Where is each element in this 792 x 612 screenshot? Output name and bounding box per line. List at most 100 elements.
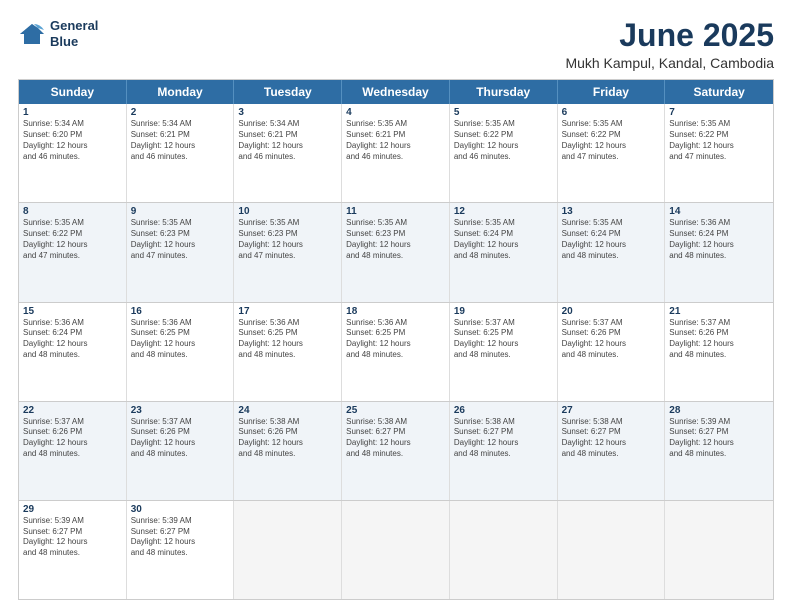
- day-number: 3: [238, 107, 337, 118]
- cal-cell-empty: [450, 501, 558, 599]
- calendar-header: SundayMondayTuesdayWednesdayThursdayFrid…: [19, 80, 773, 104]
- page: General Blue June 2025 Mukh Kampul, Kand…: [0, 0, 792, 612]
- cal-cell-29: 29Sunrise: 5:39 AM Sunset: 6:27 PM Dayli…: [19, 501, 127, 599]
- cal-cell-empty: [342, 501, 450, 599]
- cal-cell-4: 4Sunrise: 5:35 AM Sunset: 6:21 PM Daylig…: [342, 104, 450, 202]
- cal-cell-16: 16Sunrise: 5:36 AM Sunset: 6:25 PM Dayli…: [127, 303, 235, 401]
- header-day-saturday: Saturday: [665, 80, 773, 104]
- cal-cell-26: 26Sunrise: 5:38 AM Sunset: 6:27 PM Dayli…: [450, 402, 558, 500]
- day-number: 25: [346, 405, 445, 416]
- day-number: 27: [562, 405, 661, 416]
- day-info: Sunrise: 5:36 AM Sunset: 6:24 PM Dayligh…: [23, 318, 122, 361]
- cal-cell-27: 27Sunrise: 5:38 AM Sunset: 6:27 PM Dayli…: [558, 402, 666, 500]
- header-day-monday: Monday: [127, 80, 235, 104]
- cal-cell-12: 12Sunrise: 5:35 AM Sunset: 6:24 PM Dayli…: [450, 203, 558, 301]
- day-number: 2: [131, 107, 230, 118]
- day-info: Sunrise: 5:37 AM Sunset: 6:26 PM Dayligh…: [131, 417, 230, 460]
- day-number: 19: [454, 306, 553, 317]
- day-number: 14: [669, 206, 769, 217]
- cal-cell-empty: [665, 501, 773, 599]
- logo-icon: [18, 20, 46, 48]
- day-info: Sunrise: 5:36 AM Sunset: 6:24 PM Dayligh…: [669, 218, 769, 261]
- day-info: Sunrise: 5:35 AM Sunset: 6:21 PM Dayligh…: [346, 119, 445, 162]
- day-info: Sunrise: 5:35 AM Sunset: 6:24 PM Dayligh…: [562, 218, 661, 261]
- cal-cell-17: 17Sunrise: 5:36 AM Sunset: 6:25 PM Dayli…: [234, 303, 342, 401]
- cal-cell-8: 8Sunrise: 5:35 AM Sunset: 6:22 PM Daylig…: [19, 203, 127, 301]
- header-day-friday: Friday: [558, 80, 666, 104]
- day-info: Sunrise: 5:39 AM Sunset: 6:27 PM Dayligh…: [23, 516, 122, 559]
- day-info: Sunrise: 5:35 AM Sunset: 6:23 PM Dayligh…: [346, 218, 445, 261]
- header-day-sunday: Sunday: [19, 80, 127, 104]
- cal-row-0: 1Sunrise: 5:34 AM Sunset: 6:20 PM Daylig…: [19, 104, 773, 203]
- day-info: Sunrise: 5:38 AM Sunset: 6:26 PM Dayligh…: [238, 417, 337, 460]
- day-info: Sunrise: 5:35 AM Sunset: 6:22 PM Dayligh…: [23, 218, 122, 261]
- day-info: Sunrise: 5:37 AM Sunset: 6:26 PM Dayligh…: [669, 318, 769, 361]
- cal-cell-14: 14Sunrise: 5:36 AM Sunset: 6:24 PM Dayli…: [665, 203, 773, 301]
- day-number: 22: [23, 405, 122, 416]
- day-number: 16: [131, 306, 230, 317]
- header-day-thursday: Thursday: [450, 80, 558, 104]
- day-info: Sunrise: 5:37 AM Sunset: 6:25 PM Dayligh…: [454, 318, 553, 361]
- cal-cell-empty: [234, 501, 342, 599]
- cal-cell-25: 25Sunrise: 5:38 AM Sunset: 6:27 PM Dayli…: [342, 402, 450, 500]
- cal-cell-10: 10Sunrise: 5:35 AM Sunset: 6:23 PM Dayli…: [234, 203, 342, 301]
- calendar: SundayMondayTuesdayWednesdayThursdayFrid…: [18, 79, 774, 600]
- day-number: 12: [454, 206, 553, 217]
- cal-cell-1: 1Sunrise: 5:34 AM Sunset: 6:20 PM Daylig…: [19, 104, 127, 202]
- cal-cell-3: 3Sunrise: 5:34 AM Sunset: 6:21 PM Daylig…: [234, 104, 342, 202]
- main-title: June 2025: [565, 18, 774, 53]
- day-info: Sunrise: 5:34 AM Sunset: 6:21 PM Dayligh…: [238, 119, 337, 162]
- day-info: Sunrise: 5:38 AM Sunset: 6:27 PM Dayligh…: [454, 417, 553, 460]
- day-number: 10: [238, 206, 337, 217]
- header-day-tuesday: Tuesday: [234, 80, 342, 104]
- header-day-wednesday: Wednesday: [342, 80, 450, 104]
- cal-row-1: 8Sunrise: 5:35 AM Sunset: 6:22 PM Daylig…: [19, 203, 773, 302]
- day-number: 9: [131, 206, 230, 217]
- cal-cell-24: 24Sunrise: 5:38 AM Sunset: 6:26 PM Dayli…: [234, 402, 342, 500]
- day-info: Sunrise: 5:35 AM Sunset: 6:23 PM Dayligh…: [238, 218, 337, 261]
- day-number: 4: [346, 107, 445, 118]
- day-number: 6: [562, 107, 661, 118]
- day-number: 8: [23, 206, 122, 217]
- day-info: Sunrise: 5:35 AM Sunset: 6:24 PM Dayligh…: [454, 218, 553, 261]
- day-number: 29: [23, 504, 122, 515]
- day-info: Sunrise: 5:37 AM Sunset: 6:26 PM Dayligh…: [23, 417, 122, 460]
- day-number: 5: [454, 107, 553, 118]
- cal-cell-30: 30Sunrise: 5:39 AM Sunset: 6:27 PM Dayli…: [127, 501, 235, 599]
- cal-cell-20: 20Sunrise: 5:37 AM Sunset: 6:26 PM Dayli…: [558, 303, 666, 401]
- cal-cell-2: 2Sunrise: 5:34 AM Sunset: 6:21 PM Daylig…: [127, 104, 235, 202]
- day-number: 26: [454, 405, 553, 416]
- cal-row-3: 22Sunrise: 5:37 AM Sunset: 6:26 PM Dayli…: [19, 402, 773, 501]
- cal-cell-21: 21Sunrise: 5:37 AM Sunset: 6:26 PM Dayli…: [665, 303, 773, 401]
- day-number: 20: [562, 306, 661, 317]
- day-number: 28: [669, 405, 769, 416]
- day-info: Sunrise: 5:39 AM Sunset: 6:27 PM Dayligh…: [669, 417, 769, 460]
- day-number: 17: [238, 306, 337, 317]
- cal-cell-22: 22Sunrise: 5:37 AM Sunset: 6:26 PM Dayli…: [19, 402, 127, 500]
- day-info: Sunrise: 5:36 AM Sunset: 6:25 PM Dayligh…: [238, 318, 337, 361]
- day-info: Sunrise: 5:36 AM Sunset: 6:25 PM Dayligh…: [131, 318, 230, 361]
- day-number: 30: [131, 504, 230, 515]
- subtitle: Mukh Kampul, Kandal, Cambodia: [565, 55, 774, 71]
- day-number: 13: [562, 206, 661, 217]
- day-info: Sunrise: 5:34 AM Sunset: 6:21 PM Dayligh…: [131, 119, 230, 162]
- day-number: 7: [669, 107, 769, 118]
- day-number: 21: [669, 306, 769, 317]
- cal-cell-empty: [558, 501, 666, 599]
- cal-cell-28: 28Sunrise: 5:39 AM Sunset: 6:27 PM Dayli…: [665, 402, 773, 500]
- cal-cell-19: 19Sunrise: 5:37 AM Sunset: 6:25 PM Dayli…: [450, 303, 558, 401]
- day-number: 24: [238, 405, 337, 416]
- cal-cell-15: 15Sunrise: 5:36 AM Sunset: 6:24 PM Dayli…: [19, 303, 127, 401]
- day-info: Sunrise: 5:35 AM Sunset: 6:23 PM Dayligh…: [131, 218, 230, 261]
- cal-row-2: 15Sunrise: 5:36 AM Sunset: 6:24 PM Dayli…: [19, 303, 773, 402]
- day-number: 18: [346, 306, 445, 317]
- cal-cell-23: 23Sunrise: 5:37 AM Sunset: 6:26 PM Dayli…: [127, 402, 235, 500]
- logo-text: General Blue: [50, 18, 98, 49]
- day-number: 15: [23, 306, 122, 317]
- day-info: Sunrise: 5:37 AM Sunset: 6:26 PM Dayligh…: [562, 318, 661, 361]
- day-info: Sunrise: 5:35 AM Sunset: 6:22 PM Dayligh…: [454, 119, 553, 162]
- day-number: 11: [346, 206, 445, 217]
- day-number: 23: [131, 405, 230, 416]
- cal-cell-6: 6Sunrise: 5:35 AM Sunset: 6:22 PM Daylig…: [558, 104, 666, 202]
- day-info: Sunrise: 5:34 AM Sunset: 6:20 PM Dayligh…: [23, 119, 122, 162]
